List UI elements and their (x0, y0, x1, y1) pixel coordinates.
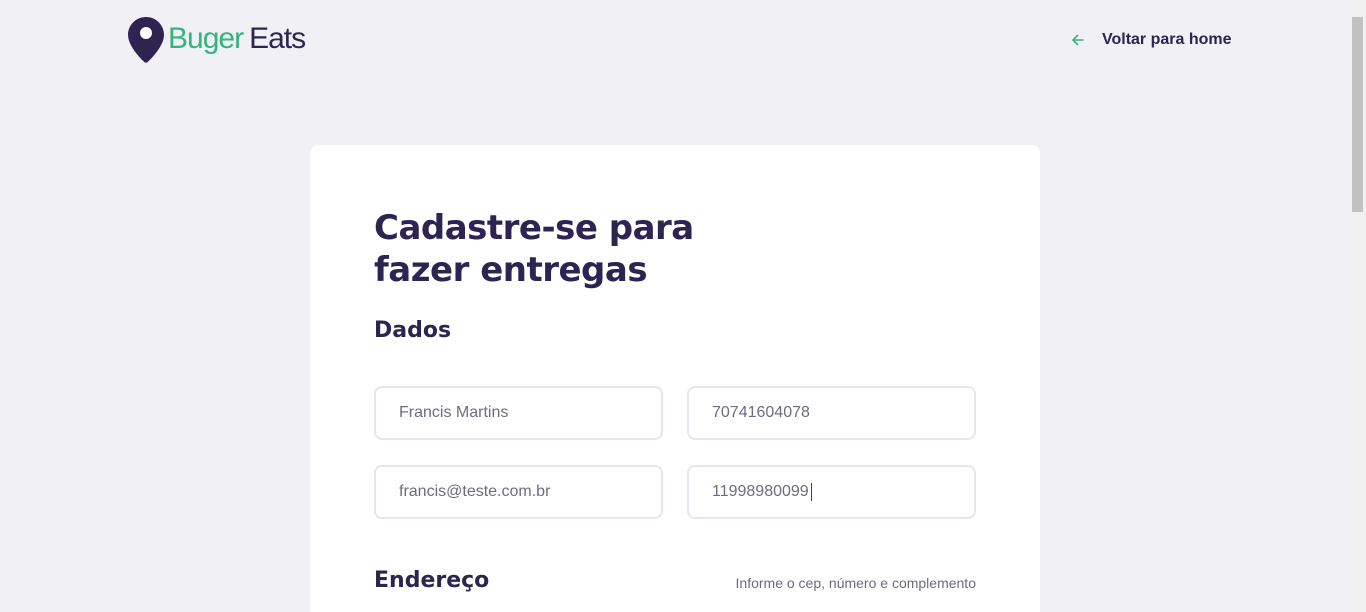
arrow-left-icon (1072, 34, 1084, 46)
whatsapp-field[interactable] (687, 465, 976, 519)
page-scrollbar[interactable] (1349, 0, 1366, 612)
scrollbar-thumb[interactable] (1352, 17, 1363, 212)
endereco-hint: Informe o cep, número e complemento (735, 575, 976, 591)
name-field[interactable] (374, 386, 663, 440)
back-to-home-link[interactable]: Voltar para home (1070, 28, 1232, 52)
email-field[interactable] (374, 465, 663, 519)
page-title: Cadastre-se para fazer entregas (374, 208, 694, 290)
buger-eats-logo[interactable]: Buger Eats (128, 16, 306, 63)
signup-form-card: Cadastre-se para fazer entregas Dados En… (310, 145, 1040, 612)
section-title-dados: Dados (374, 318, 452, 343)
logo-wordmark: Buger Eats (168, 16, 306, 62)
logo-word-eats: Eats (249, 22, 306, 55)
header: Buger Eats Voltar para home (0, 0, 1349, 85)
map-pin-icon (128, 17, 164, 63)
logo-word-buger: Buger (168, 22, 244, 55)
cpf-field[interactable] (687, 386, 976, 440)
text-caret (811, 483, 812, 501)
back-to-home-label: Voltar para home (1102, 31, 1232, 48)
section-title-endereco: Endereço (374, 568, 490, 593)
